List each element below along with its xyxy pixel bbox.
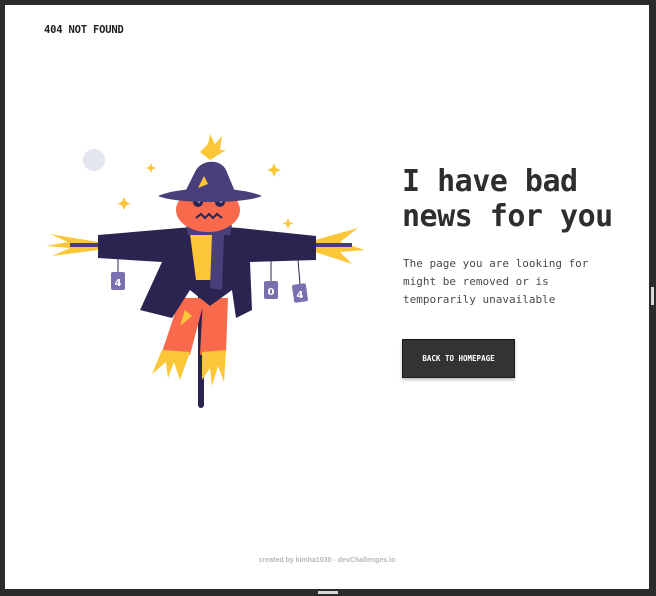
hat-crown bbox=[184, 161, 236, 194]
page-title: I have bad news for you bbox=[402, 164, 613, 234]
site-logo[interactable]: 404 NOT FOUND bbox=[44, 24, 124, 36]
page-canvas: 404 NOT FOUND 4 0 4 I have bad news for … bbox=[5, 5, 649, 589]
can-label: 4 bbox=[115, 278, 122, 289]
can-label: 0 bbox=[268, 287, 275, 298]
bottom-resize-handle[interactable] bbox=[318, 591, 338, 594]
footer-credit[interactable]: created by kimha1030 - devChallenges.io bbox=[5, 557, 649, 564]
hat-straw bbox=[200, 134, 226, 160]
moon-icon bbox=[83, 149, 105, 171]
back-to-homepage-button[interactable]: BACK TO HOMEPAGE bbox=[402, 339, 515, 378]
scarecrow-illustration: 4 0 4 bbox=[46, 134, 365, 408]
sparkle-icon bbox=[117, 197, 131, 210]
sparkle-icon bbox=[282, 218, 294, 229]
can-label: 4 bbox=[297, 290, 304, 301]
leg-right bbox=[200, 298, 228, 355]
sparkle-icon bbox=[146, 163, 156, 173]
resize-handle[interactable] bbox=[651, 287, 654, 305]
error-description: The page you are looking for might be re… bbox=[403, 257, 589, 306]
sparkle-icon bbox=[267, 163, 281, 177]
